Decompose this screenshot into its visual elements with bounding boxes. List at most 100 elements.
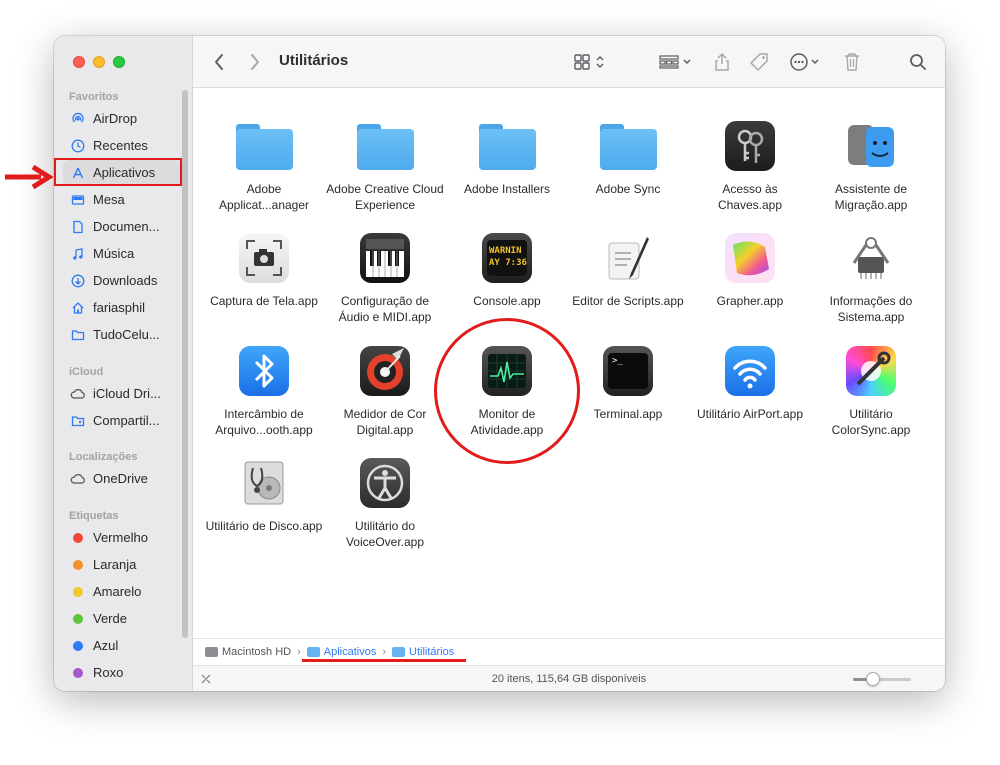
file-item[interactable]: WARNIN AY 7:36 Console.app [446,228,568,310]
file-item-label: Acesso às Chaves.app [717,182,783,212]
bluetooth-app-icon [234,341,294,401]
sidebar-item-favorites-1[interactable]: Recentes [63,133,181,158]
sidebar-item-favorites-6[interactable]: Downloads [63,268,181,293]
path-separator-chevron-icon: › [297,646,301,658]
group-grid-icon [659,55,691,69]
chevron-left-icon [215,54,223,70]
file-item[interactable]: Medidor de Cor Digital.app [324,341,446,438]
airdrop-icon [70,112,86,126]
sidebar-item-locations-0[interactable]: OneDrive [63,466,181,491]
sidebar: Favoritos iCloud Localizações Etiquetas … [54,36,193,691]
sidebar-item-label: TudoCelu... [93,327,160,342]
path-segment[interactable]: Aplicativos [306,646,376,658]
sidebar-tag-label: Amarelo [93,584,142,599]
file-item[interactable]: Configuração de Áudio e MIDI.app [324,228,446,325]
path-separator-chevron-icon: › [382,646,386,658]
close-window-button[interactable] [73,56,85,68]
sidebar-tag-label: Roxo [93,665,124,680]
file-item[interactable]: Utilitário do VoiceOver.app [324,453,446,550]
status-text: 20 itens, 115,64 GB disponíveis [491,673,647,685]
trash-button[interactable] [843,50,861,74]
search-button[interactable] [909,50,927,74]
sidebar-item-label: Recentes [93,138,148,153]
sidebar-tag-1[interactable]: Laranja [63,552,181,577]
file-item[interactable]: Adobe Installers [446,116,568,198]
sidebar-item-favorites-7[interactable]: fariasphil [63,295,181,320]
file-item[interactable]: Utilitário de Disco.app [203,453,325,535]
tag-color-dot-icon [73,559,83,570]
sidebar-tag-label: Verde [93,611,127,626]
sidebar-tag-label: Vermelho [93,530,148,545]
group-button[interactable] [658,50,694,74]
sidebar-item-favorites-8[interactable]: TudoCelu... [63,322,181,347]
cloud-icon [70,472,86,486]
file-item[interactable]: Assistente de Migração.app [810,116,932,213]
desktop-icon [70,193,86,207]
file-item[interactable]: Adobe Creative Cloud Experience [324,116,446,213]
window-title: Utilitários [279,52,349,69]
path-segment[interactable]: Macintosh HD [205,646,291,658]
file-item[interactable]: Adobe Sync [567,116,689,198]
colorsync-app-icon [841,341,901,401]
file-item[interactable]: Informações do Sistema.app [810,228,932,325]
clock-icon [70,139,86,153]
minimize-window-button[interactable] [93,56,105,68]
annotation-underline [302,659,466,662]
music-icon [70,247,86,261]
annotation-circle [434,318,580,464]
diskutility-app-icon [234,453,294,513]
file-item[interactable]: Adobe Applicat...anager [203,116,325,213]
folder-icon [355,116,415,176]
sidebar-item-icloud-1[interactable]: Compartil... [63,408,181,433]
sidebar-item-label: Mesa [93,192,125,207]
colormeter-app-icon [355,341,415,401]
tag-color-dot-icon [73,532,83,543]
share-button[interactable] [713,50,731,74]
file-item-label: Console.app [473,294,541,308]
sidebar-section-localizacoes: Localizações [69,451,138,463]
sidebar-item-icloud-0[interactable]: iCloud Dri... [63,381,181,406]
zoom-window-button[interactable] [113,56,125,68]
sidebar-tag-4[interactable]: Azul [63,633,181,658]
tag-button[interactable] [749,50,769,74]
view-mode-button[interactable] [573,50,607,74]
icon-grid-icon [574,54,604,70]
file-item[interactable]: Utilitário AirPort.app [689,341,811,423]
file-item[interactable]: Utilitário ColorSync.app [810,341,932,438]
file-item[interactable]: Acesso às Chaves.app [689,116,811,213]
sidebar-tag-2[interactable]: Amarelo [63,579,181,604]
icon-size-slider[interactable] [853,672,911,686]
file-item-label: Utilitário de Disco.app [205,519,323,533]
file-item-label: Adobe Installers [463,182,551,196]
back-button[interactable] [213,50,225,74]
file-item[interactable]: Captura de Tela.app [203,228,325,310]
sidebar-item-favorites-0[interactable]: AirDrop [63,106,181,131]
shared-folder-icon [70,414,86,428]
sidebar-tag-5[interactable]: Roxo [63,660,181,685]
status-bar: 20 itens, 115,64 GB disponíveis [193,665,945,691]
file-item[interactable]: Intercâmbio de Arquivo...ooth.app [203,341,325,438]
forward-button[interactable] [249,50,261,74]
file-item[interactable]: Grapher.app [689,228,811,310]
terminal-prompt: >_ [608,353,648,389]
sidebar-section-icloud: iCloud [69,366,104,378]
sidebar-section-etiquetas: Etiquetas [69,510,119,522]
document-icon [70,220,86,234]
migration-app-icon [841,116,901,176]
tag-icon [750,53,768,71]
sidebar-tag-0[interactable]: Vermelho [63,525,181,550]
sidebar-scrollbar[interactable] [182,90,188,638]
home-icon [70,301,86,315]
file-item[interactable]: Editor de Scripts.app [567,228,689,310]
sidebar-item-favorites-3[interactable]: Mesa [63,187,181,212]
more-actions-button[interactable] [789,50,825,74]
sidebar-item-favorites-4[interactable]: Documen... [63,214,181,239]
path-segment[interactable]: Utilitários [392,646,454,658]
sidebar-item-favorites-5[interactable]: Música [63,241,181,266]
window-controls [73,56,125,68]
folder-icon [306,647,320,657]
terminal-app-icon: >_ [598,341,658,401]
file-item[interactable]: >_ Terminal.app [567,341,689,423]
sidebar-tag-3[interactable]: Verde [63,606,181,631]
file-item-label: Terminal.app [593,407,663,421]
